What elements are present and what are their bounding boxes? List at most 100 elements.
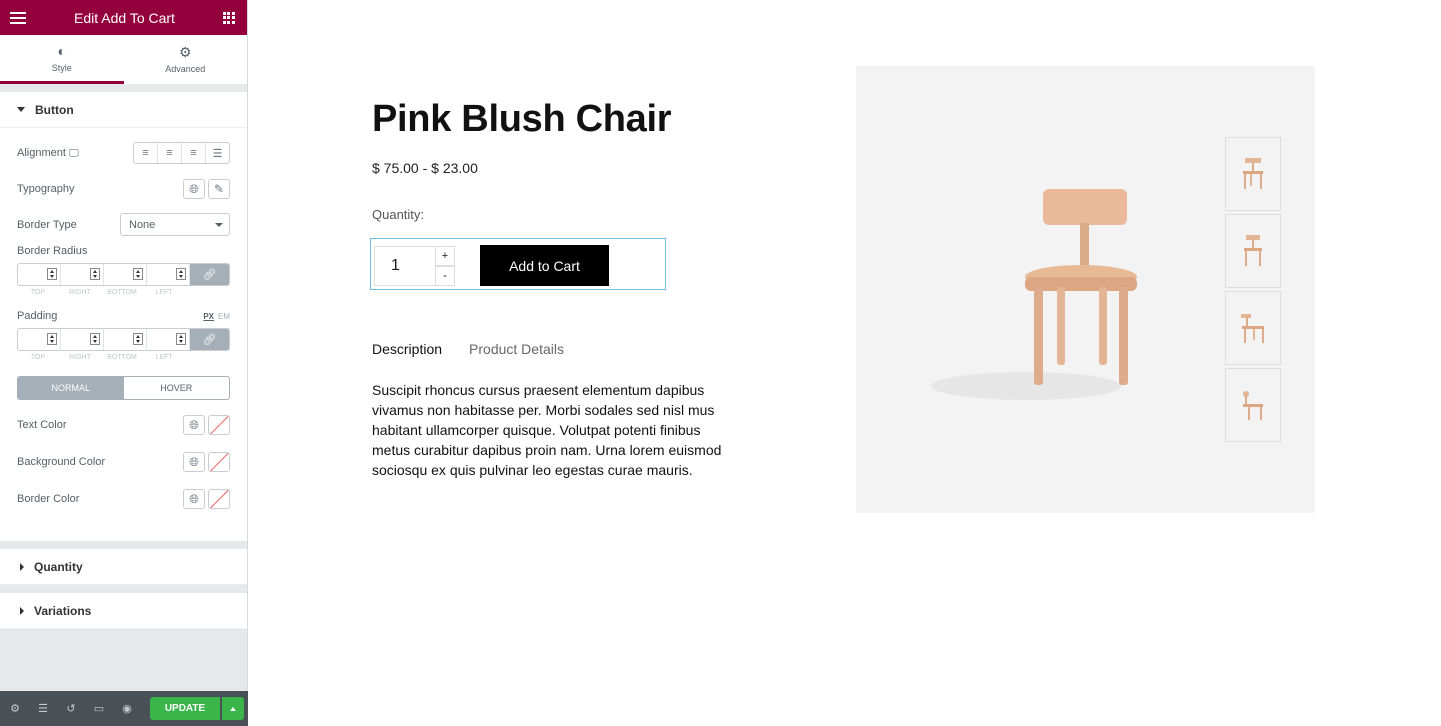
- align-left-icon[interactable]: ≡: [134, 143, 158, 163]
- settings-gear-icon[interactable]: ⚙: [8, 702, 22, 715]
- stepper-icon: [176, 333, 186, 345]
- align-right-icon[interactable]: ≡: [182, 143, 206, 163]
- typography-control: Typography 🌐︎ ✎: [17, 179, 230, 199]
- border-radius-right-input[interactable]: [61, 264, 104, 285]
- link-icon[interactable]: 🔗︎: [190, 264, 229, 285]
- stepper-icon: [133, 333, 143, 345]
- editor-sidebar: Edit Add To Cart ◐ Style ⚙ Advanced Butt…: [0, 0, 248, 726]
- variations-section: Variations: [0, 593, 247, 629]
- caret-right-icon: [20, 606, 24, 615]
- color-picker-swatch[interactable]: [208, 452, 230, 472]
- align-justify-icon[interactable]: ☰: [206, 143, 229, 163]
- dim-label-bottom: BOTTOM: [107, 289, 137, 296]
- link-icon[interactable]: 🔗︎: [190, 329, 229, 350]
- chevron-down-icon: [215, 222, 223, 227]
- quantity-plus-button[interactable]: +: [435, 246, 455, 266]
- chair-thumbnail-image: [1244, 235, 1262, 266]
- padding-bottom-input[interactable]: [104, 329, 147, 350]
- product-tabs: Description Product Details: [372, 341, 564, 357]
- quantity-input[interactable]: 1: [374, 246, 436, 286]
- responsive-desktop-icon[interactable]: ▭: [92, 702, 106, 715]
- caret-up-icon: [230, 706, 236, 711]
- globe-icon[interactable]: 🌐︎: [183, 179, 205, 199]
- gear-icon: ⚙: [178, 44, 192, 60]
- gallery-thumbnail[interactable]: [1225, 368, 1281, 442]
- color-picker-swatch[interactable]: [208, 489, 230, 509]
- quantity-minus-button[interactable]: -: [435, 266, 455, 286]
- stepper-icon: [90, 333, 100, 345]
- product-price: $ 75.00 - $ 23.00: [372, 160, 478, 176]
- text-color-label: Text Color: [17, 419, 67, 431]
- dim-label-right: RIGHT: [69, 289, 91, 296]
- variations-section-title: Variations: [34, 603, 92, 618]
- chair-thumbnail-image: [1241, 314, 1264, 343]
- border-type-select[interactable]: None: [120, 213, 230, 236]
- align-center-icon[interactable]: ≡: [158, 143, 182, 163]
- gallery-thumbnail[interactable]: [1225, 137, 1281, 211]
- tab-product-details[interactable]: Product Details: [469, 341, 564, 357]
- border-radius-top-input[interactable]: [18, 264, 61, 285]
- border-radius-inputs: 🔗︎: [17, 263, 230, 286]
- globe-icon[interactable]: 🌐︎: [183, 415, 205, 435]
- unit-px[interactable]: PX: [203, 312, 214, 321]
- stepper-icon: [133, 268, 143, 280]
- dim-label-right: RIGHT: [69, 354, 91, 361]
- gallery-thumbnail[interactable]: [1225, 291, 1281, 365]
- color-picker-swatch[interactable]: [208, 415, 230, 435]
- update-options-button[interactable]: [222, 697, 244, 720]
- sidebar-footer: ⚙ ☰ ↺ ▭ ◉ UPDATE: [0, 691, 248, 726]
- tab-normal[interactable]: NORMAL: [18, 377, 124, 399]
- unit-switcher: PX EM: [203, 312, 230, 321]
- preview-eye-icon[interactable]: ◉: [120, 702, 134, 715]
- border-radius-bottom-input[interactable]: [104, 264, 147, 285]
- globe-icon[interactable]: 🌐︎: [183, 452, 205, 472]
- globe-icon[interactable]: 🌐︎: [183, 489, 205, 509]
- gallery-thumbnail[interactable]: [1225, 214, 1281, 288]
- bg-color-control: Background Color 🌐︎: [17, 452, 230, 472]
- alignment-control: Alignment 🖵 ≡ ≡ ≡ ☰: [17, 142, 230, 164]
- border-type-label: Border Type: [17, 218, 77, 231]
- update-button[interactable]: UPDATE: [150, 697, 220, 720]
- chair-image: [931, 189, 1137, 400]
- tab-advanced[interactable]: ⚙ Advanced: [124, 35, 248, 84]
- history-icon[interactable]: ↺: [64, 702, 78, 715]
- padding-label: Padding: [17, 310, 58, 322]
- add-to-cart-widget[interactable]: 1 + - Add to Cart: [370, 238, 666, 290]
- padding-dim-labels: TOP RIGHT BOTTOM LEFT: [17, 354, 230, 361]
- caret-down-icon: [17, 107, 25, 112]
- navigator-layers-icon[interactable]: ☰: [36, 702, 50, 715]
- padding-left-input[interactable]: [147, 329, 190, 350]
- alignment-buttons: ≡ ≡ ≡ ☰: [133, 142, 230, 164]
- contrast-icon: ◐: [57, 42, 66, 59]
- panel-tabs: ◐ Style ⚙ Advanced: [0, 35, 247, 84]
- dim-label-top: TOP: [30, 354, 46, 361]
- button-section-header[interactable]: Button: [0, 92, 247, 128]
- border-radius-dim-labels: TOP RIGHT BOTTOM LEFT: [17, 289, 230, 296]
- quantity-section-header[interactable]: Quantity: [0, 549, 247, 585]
- border-color-control: Border Color 🌐︎: [17, 489, 230, 509]
- menu-icon[interactable]: [10, 11, 26, 24]
- quantity-section-title: Quantity: [34, 559, 83, 574]
- widgets-grid-icon[interactable]: [222, 11, 235, 24]
- product-description: Suscipit rhoncus cursus praesent element…: [372, 382, 722, 478]
- border-radius-left-input[interactable]: [147, 264, 190, 285]
- pencil-icon[interactable]: ✎: [208, 179, 230, 199]
- tab-hover[interactable]: HOVER: [124, 377, 230, 399]
- tab-style[interactable]: ◐ Style: [0, 35, 124, 84]
- chair-thumbnail-image: [1243, 158, 1263, 189]
- variations-section-header[interactable]: Variations: [0, 593, 247, 629]
- border-type-control: Border Type None: [17, 213, 230, 236]
- bg-color-label: Background Color: [17, 456, 106, 468]
- quantity-section: Quantity: [0, 549, 247, 585]
- button-section: Button Alignment 🖵 ≡ ≡ ≡ ☰ Typography 🌐︎…: [0, 92, 247, 541]
- unit-em[interactable]: EM: [218, 312, 230, 321]
- tab-description[interactable]: Description: [372, 341, 442, 357]
- dim-label-bottom: BOTTOM: [107, 354, 137, 361]
- padding-right-input[interactable]: [61, 329, 104, 350]
- padding-top-input[interactable]: [18, 329, 61, 350]
- padding-control: Padding PX EM: [17, 310, 230, 322]
- add-to-cart-button[interactable]: Add to Cart: [480, 245, 609, 286]
- state-tabs: NORMAL HOVER: [17, 376, 230, 400]
- border-color-label: Border Color: [17, 493, 80, 505]
- dim-label-top: TOP: [30, 289, 46, 296]
